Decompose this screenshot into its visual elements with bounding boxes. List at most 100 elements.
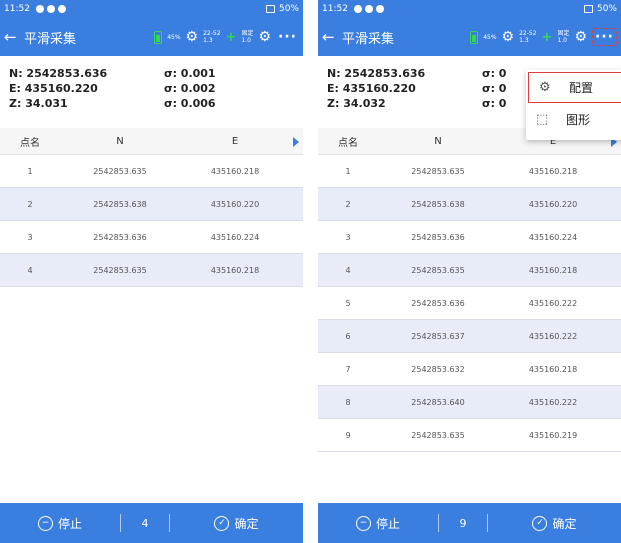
coord-z: Z: 34.032 xyxy=(327,97,386,110)
header-n: N xyxy=(116,135,124,147)
table-row[interactable]: 3 2542853.636 435160.224 xyxy=(0,221,303,254)
sat-count: 22-52 xyxy=(203,30,221,37)
page-title: 平滑采集 xyxy=(24,31,77,47)
cell-name: 4 xyxy=(345,265,351,275)
table-header: 点名 N E xyxy=(0,128,303,155)
back-arrow-icon[interactable]: ← xyxy=(4,28,22,46)
back-arrow-icon[interactable]: ← xyxy=(322,28,340,46)
menu-item-shape[interactable]: ⬚ 图形 xyxy=(526,103,621,136)
more-icon[interactable]: ··· xyxy=(276,29,299,45)
cell-name: 8 xyxy=(345,397,351,407)
status-bar: 11:52 50% xyxy=(0,0,303,18)
check-icon: ✓ xyxy=(532,515,548,531)
table-row[interactable]: 8 2542853.640 435160.222 xyxy=(318,386,621,419)
cell-n: 2542853.636 xyxy=(93,232,147,242)
table-row[interactable]: 4 2542853.635 435160.218 xyxy=(318,254,621,287)
cell-e: 435160.218 xyxy=(210,166,260,176)
table-row[interactable]: 1 2542853.635 435160.218 xyxy=(0,155,303,188)
cell-e: 435160.222 xyxy=(528,331,578,341)
stop-label: 停止 xyxy=(375,516,400,531)
cell-name: 1 xyxy=(345,166,351,176)
cell-e: 435160.224 xyxy=(210,232,260,242)
confirm-button[interactable]: ✓ 确定 xyxy=(488,515,621,532)
sigma-e: σ: 0 xyxy=(482,82,507,95)
table-row[interactable]: 2 2542853.638 435160.220 xyxy=(0,188,303,221)
coord-n: N: 2542853.636 xyxy=(327,67,426,80)
sigma-e: σ: 0.002 xyxy=(164,82,216,95)
cell-name: 3 xyxy=(27,232,33,242)
bottom-bar: − 停止 4 ✓ 确定 xyxy=(0,503,303,543)
confirm-label: 确定 xyxy=(234,516,259,531)
status-time: 11:52 xyxy=(322,4,348,14)
table-row[interactable]: 1 2542853.635 435160.218 xyxy=(318,155,621,188)
cell-name: 6 xyxy=(345,331,351,341)
stop-button[interactable]: − 停止 xyxy=(0,515,120,532)
header-e: E xyxy=(231,135,239,147)
gear-icon: ⚙ xyxy=(539,80,551,95)
cell-name: 5 xyxy=(345,298,351,308)
cell-n: 2542853.632 xyxy=(411,364,465,374)
cell-e: 435160.220 xyxy=(528,199,578,209)
fix-icon[interactable]: ⚙ xyxy=(258,29,271,45)
cell-name: 2 xyxy=(345,199,351,209)
sigma-n: σ: 0 xyxy=(482,67,507,80)
cell-name: 3 xyxy=(345,232,351,242)
table-row[interactable]: 9 2542853.635 435160.219 xyxy=(318,419,621,452)
battery-icon xyxy=(154,30,163,44)
cell-n: 2542853.635 xyxy=(411,430,465,440)
cell-name: 9 xyxy=(345,430,351,440)
fix-value: 1.0 xyxy=(557,37,567,44)
table-row[interactable]: 7 2542853.632 435160.218 xyxy=(318,353,621,386)
shape-icon: ⬚ xyxy=(536,112,549,127)
cell-n: 2542853.635 xyxy=(411,166,465,176)
point-count: 4 xyxy=(120,514,170,532)
page-title: 平滑采集 xyxy=(342,31,395,47)
cell-name: 7 xyxy=(345,364,351,374)
status-battery-text: 50% xyxy=(278,4,299,14)
table-row[interactable]: 3 2542853.636 435160.224 xyxy=(318,221,621,254)
cell-e: 435160.222 xyxy=(528,298,578,308)
cell-e: 435160.218 xyxy=(528,364,578,374)
cell-e: 435160.222 xyxy=(528,397,578,407)
confirm-button[interactable]: ✓ 确定 xyxy=(170,515,303,532)
bottom-bar: − 停止 9 ✓ 确定 xyxy=(318,503,621,543)
more-icon[interactable]: ··· xyxy=(592,28,617,46)
header-point-name: 点名 xyxy=(338,137,358,149)
table-row[interactable]: 5 2542853.636 435160.222 xyxy=(318,287,621,320)
table-row[interactable]: 6 2542853.637 435160.222 xyxy=(318,320,621,353)
menu-item-shape-label: 图形 xyxy=(566,113,591,127)
cell-name: 4 xyxy=(27,265,33,275)
cell-name: 1 xyxy=(27,166,33,176)
cell-n: 2542853.635 xyxy=(411,265,465,275)
confirm-label: 确定 xyxy=(552,516,577,531)
cell-n: 2542853.640 xyxy=(411,397,465,407)
fix-value: 1.0 xyxy=(241,37,251,44)
title-bar: ← 平滑采集 45% ⚙ 22-52 1.3 + 固定 1.0 ⚙ ··· xyxy=(318,18,621,56)
cell-e: 435160.219 xyxy=(528,430,578,440)
coord-n: N: 2542853.636 xyxy=(9,67,108,80)
satellite-icon[interactable]: ⚙ xyxy=(186,29,199,45)
table-row[interactable]: 2 2542853.638 435160.220 xyxy=(318,188,621,221)
fix-icon[interactable]: ⚙ xyxy=(574,29,587,45)
table-row[interactable]: 4 2542853.635 435160.218 xyxy=(0,254,303,287)
position-icon: + xyxy=(225,29,237,45)
point-count: 9 xyxy=(438,514,488,532)
stop-button[interactable]: − 停止 xyxy=(318,515,438,532)
menu-item-config[interactable]: ⚙ 配置 xyxy=(528,72,621,103)
satellite-icon[interactable]: ⚙ xyxy=(502,29,515,45)
sat-pdop: 1.3 xyxy=(519,37,529,44)
battery-percent: 45% xyxy=(167,33,181,41)
coord-e: E: 435160.220 xyxy=(327,82,416,95)
header-n: N xyxy=(434,135,442,147)
battery-percent: 45% xyxy=(483,33,497,41)
status-battery-icon xyxy=(265,5,275,13)
screen-left: 11:52 50% ← 平滑采集 45% ⚙ 22-52 1.3 + 固定 1.0 … xyxy=(0,0,303,543)
cell-n: 2542853.635 xyxy=(93,166,147,176)
sat-pdop: 1.3 xyxy=(203,37,213,44)
points-table: 点名 N E 1 2542853.635 435160.218 2 2542853.6… xyxy=(0,128,303,287)
fix-status: 固定 xyxy=(241,30,254,37)
arrow-right-icon[interactable] xyxy=(293,137,299,147)
sigma-z: σ: 0 xyxy=(482,97,507,110)
menu-item-config-label: 配置 xyxy=(569,81,594,95)
screen-right: 11:52 50% ← 平滑采集 45% ⚙ 22-52 1.3 + 固定 1.0 … xyxy=(318,0,621,543)
